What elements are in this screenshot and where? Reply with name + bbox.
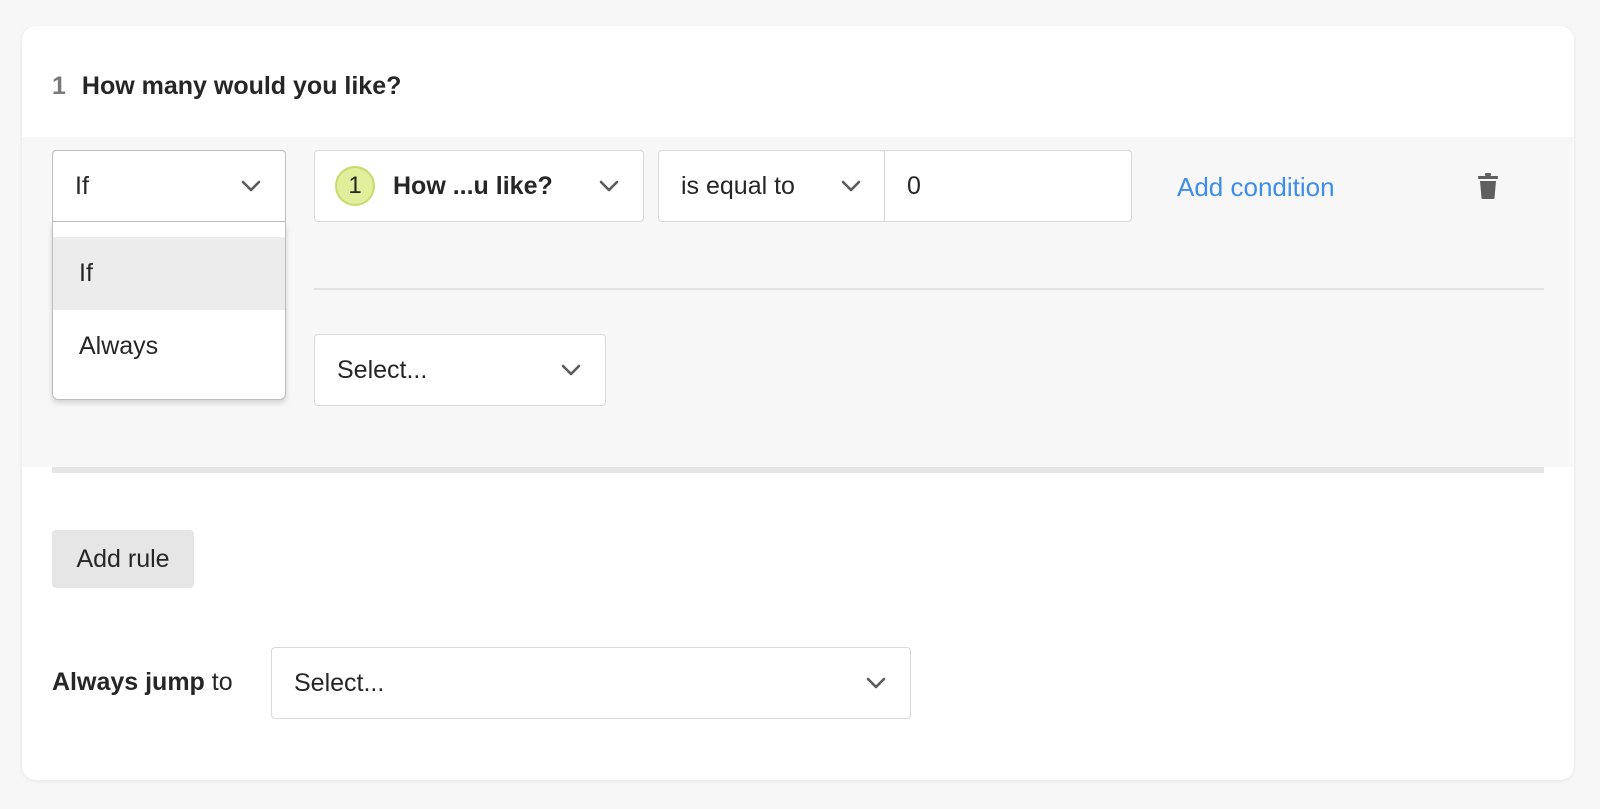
rule-type-select[interactable]: If xyxy=(52,150,286,222)
always-jump-bold-text: Always jump xyxy=(52,668,205,696)
chevron-down-icon xyxy=(559,358,583,382)
rule-panel-bottom-border xyxy=(52,467,1544,473)
chevron-down-icon xyxy=(239,174,263,198)
question-number: 1 xyxy=(52,72,66,100)
question-text: How many would you like? xyxy=(81,72,402,100)
chevron-down-icon xyxy=(839,174,863,198)
condition-question-value: How ...u like? xyxy=(393,171,553,200)
condition-question-select[interactable]: 1 How ...u like? xyxy=(314,150,644,222)
condition-operator-select[interactable]: is equal to xyxy=(658,150,886,222)
always-jump-label: Always jump to xyxy=(52,668,233,697)
logic-card: 1 How many would you like? If 1 How ...u… xyxy=(22,26,1574,780)
question-number-badge: 1 xyxy=(335,166,375,206)
rule-type-dropdown-menu: If Always xyxy=(52,222,286,400)
always-jump-select[interactable]: Select... xyxy=(271,647,911,719)
add-rule-button[interactable]: Add rule xyxy=(52,530,194,588)
always-jump-suffix-text: to xyxy=(204,668,233,696)
rule-type-value: If xyxy=(75,171,89,200)
always-jump-placeholder: Select... xyxy=(294,668,385,697)
condition-value-input[interactable] xyxy=(884,150,1132,222)
dropdown-option-always[interactable]: Always xyxy=(53,310,285,383)
dropdown-option-if[interactable]: If xyxy=(53,237,285,310)
question-title: 1 How many would you like? xyxy=(52,72,401,101)
chevron-down-icon xyxy=(864,671,888,695)
rule-action-select[interactable]: Select... xyxy=(314,334,606,406)
trash-icon[interactable] xyxy=(1476,172,1500,200)
condition-divider xyxy=(314,288,1544,290)
rule-action-placeholder: Select... xyxy=(337,355,428,384)
chevron-down-icon xyxy=(597,174,621,198)
add-condition-link[interactable]: Add condition xyxy=(1177,172,1335,203)
condition-operator-value: is equal to xyxy=(681,171,795,200)
